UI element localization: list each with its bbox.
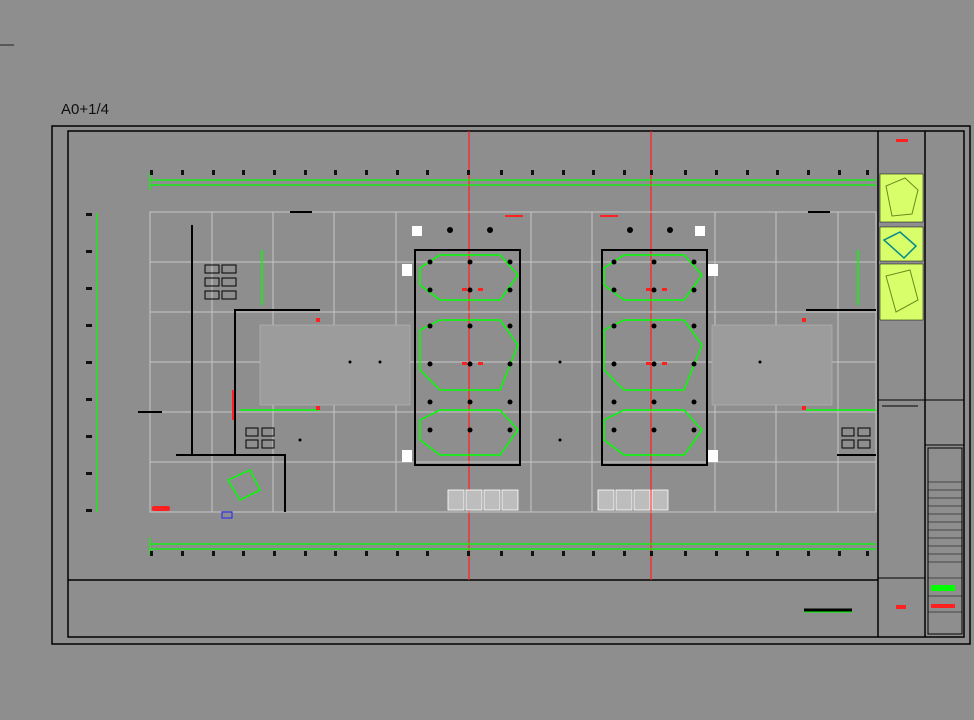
cad-drawing-canvas[interactable]: A0+1/4 [0,0,974,720]
titleblock-mark [931,604,955,608]
titleblock-mark [931,585,955,591]
sheet-outer-border [51,125,971,645]
titleblock-red-mark [896,605,906,609]
blue-marker [221,511,233,519]
titleblock-rows [928,481,962,613]
titleblock-red-mark [896,139,908,142]
drawing-sheet [0,44,971,645]
column-markers [402,226,718,462]
toilet-fixtures [447,489,669,511]
hatched-zone [259,324,833,406]
key-plan-thumbnails [879,173,924,321]
